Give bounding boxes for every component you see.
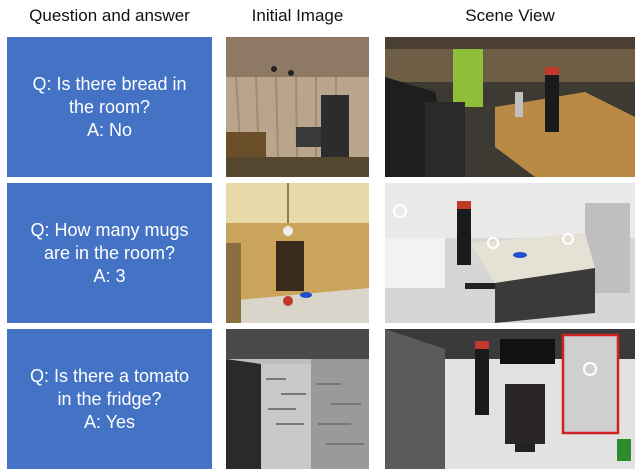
qa-panel-3: Q: Is there a tomato in the fridge? A: Y…: [7, 329, 212, 469]
initial-image-3: [226, 329, 369, 469]
question-text-2: Q: How many mugs are in the room?: [30, 219, 189, 263]
header-initial-image: Initial Image: [251, 6, 344, 25]
header-question-answer: Question and answer: [29, 6, 190, 25]
answer-text-2: A: 3: [93, 265, 126, 286]
initial-image-1: [226, 37, 369, 177]
scene-view-2: [385, 183, 635, 323]
scene-view-3: [385, 329, 635, 469]
answer-text-3: A: Yes: [83, 411, 136, 432]
answer-text-1: A: No: [86, 119, 133, 140]
qa-panel-2: Q: How many mugs are in the room? A: 3: [7, 183, 212, 323]
scene-view-1: [385, 37, 635, 177]
question-text-3: Q: Is there a tomato in the fridge?: [29, 365, 190, 409]
initial-image-2: [226, 183, 369, 323]
question-text-1: Q: Is there bread in the room?: [32, 73, 187, 117]
qa-panel-1: Q: Is there bread in the room? A: No: [7, 37, 212, 177]
header-scene-view: Scene View: [465, 6, 555, 25]
